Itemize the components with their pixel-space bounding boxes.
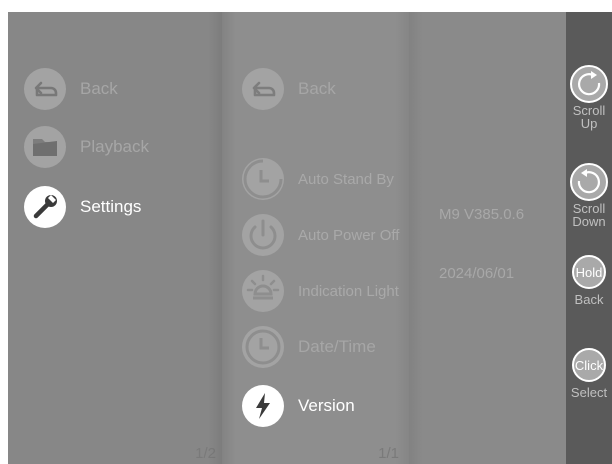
- release-date-value: 2024/06/01: [439, 265, 515, 282]
- rotate-cw-icon: [570, 65, 608, 103]
- submenu-item-label: Auto Stand By: [298, 170, 394, 188]
- folder-icon: [22, 124, 68, 170]
- submenu-item-auto-power-off[interactable]: Auto Power Off: [240, 213, 399, 257]
- column-divider: [222, 12, 236, 464]
- submenu-item-label: Date/Time: [298, 337, 376, 356]
- version-info-panel: M9 V385.0.6 2024/06/01: [409, 12, 566, 464]
- light-icon: [240, 268, 286, 314]
- back-arrow-icon: [240, 66, 286, 112]
- click-select-control[interactable]: Click Select: [566, 348, 612, 399]
- submenu-item-label: Back: [298, 79, 336, 98]
- menu-item-back[interactable]: Back: [22, 67, 118, 111]
- submenu-item-label: Auto Power Off: [298, 226, 400, 244]
- back-arrow-icon: [22, 66, 68, 112]
- rotate-ccw-icon: [570, 163, 608, 201]
- submenu-item-back[interactable]: Back: [240, 67, 336, 111]
- scroll-down-control[interactable]: Scroll Down: [566, 162, 612, 228]
- scroll-up-control[interactable]: Scroll Up: [566, 64, 612, 130]
- column-divider: [409, 12, 423, 464]
- submenu-item-date-time[interactable]: Date/Time: [240, 325, 376, 369]
- menu-item-label: Back: [80, 79, 118, 98]
- settings-menu-panel: Back Auto Stand By Auto Power Off Indica…: [222, 12, 409, 464]
- power-icon: [240, 212, 286, 258]
- control-hint-sidebar: Scroll Up Scroll Down Hold Back Click Se…: [566, 12, 612, 464]
- version-value: M9 V385.0.6: [439, 206, 525, 223]
- wrench-icon: [22, 184, 68, 230]
- submenu-item-label: Indication Light: [298, 282, 399, 300]
- click-select-label: Select: [570, 385, 608, 400]
- hold-button-icon: Hold: [572, 255, 606, 289]
- submenu-item-indication-light[interactable]: Indication Light: [240, 269, 399, 313]
- main-menu-panel: Back Playback Settings 1/2: [8, 12, 222, 464]
- submenu-item-version[interactable]: Version: [240, 384, 355, 428]
- timer-icon: [240, 156, 286, 202]
- scroll-up-sub: Up: [580, 116, 598, 131]
- menu-item-playback[interactable]: Playback: [22, 125, 149, 169]
- hold-back-control[interactable]: Hold Back: [566, 255, 612, 306]
- submenu-item-label: Version: [298, 396, 355, 415]
- menu-item-label: Playback: [80, 137, 149, 156]
- submenu-item-auto-stand-by[interactable]: Auto Stand By: [240, 157, 394, 201]
- menu-item-settings[interactable]: Settings: [22, 185, 141, 229]
- menu-item-label: Settings: [80, 197, 142, 216]
- lightning-icon: [240, 383, 286, 429]
- column-divider: [208, 12, 222, 464]
- hold-back-label: Back: [574, 292, 604, 307]
- scroll-down-sub: Down: [572, 214, 606, 229]
- clock-icon: [240, 324, 286, 370]
- column-divider: [395, 12, 409, 464]
- device-screen: Back Playback Settings 1/2 Back Auto Sta…: [8, 12, 612, 464]
- click-button-icon: Click: [572, 348, 606, 382]
